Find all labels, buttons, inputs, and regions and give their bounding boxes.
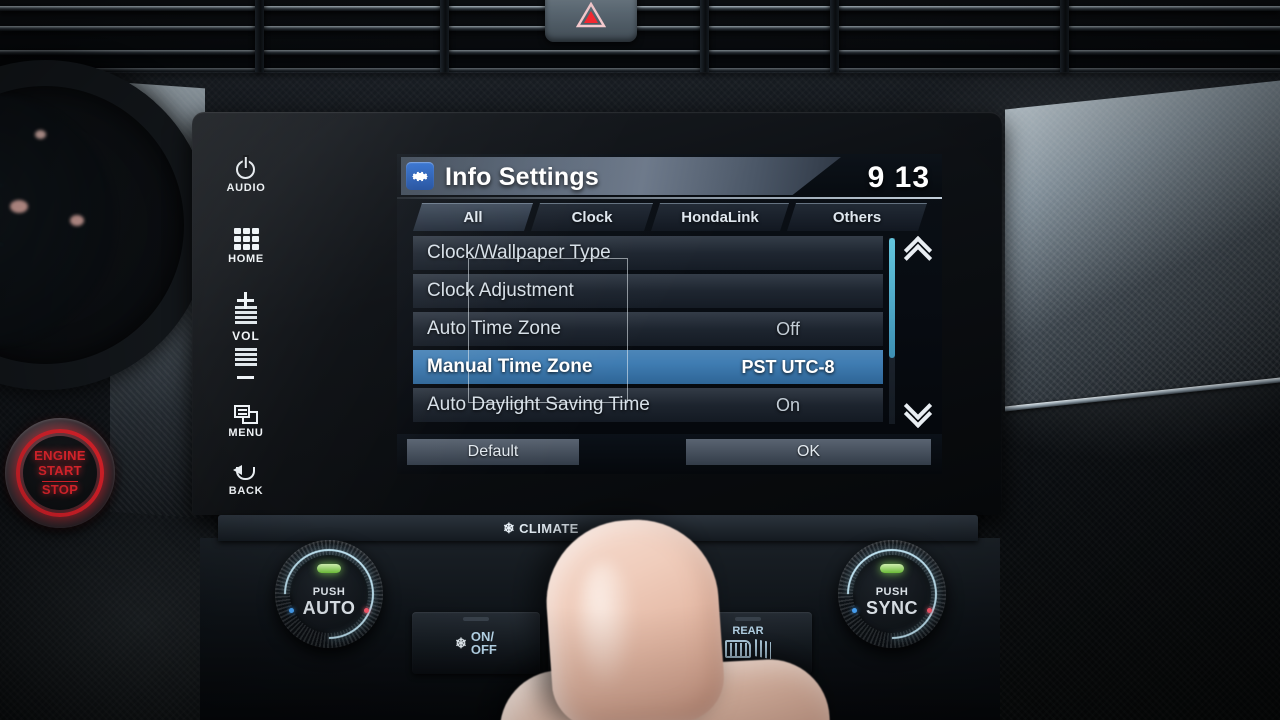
list-item[interactable]: Auto Time Zone Off bbox=[413, 312, 883, 346]
settings-list: Clock/Wallpaper Type Clock Adjustment Au… bbox=[413, 236, 883, 426]
fan-icon: ❄ bbox=[503, 520, 516, 536]
default-button[interactable]: Default bbox=[407, 439, 579, 465]
menu-panels-icon bbox=[233, 405, 258, 424]
audio-power-key[interactable]: AUDIO bbox=[227, 160, 266, 194]
title-underline bbox=[397, 197, 942, 199]
volume-control[interactable]: VOL bbox=[232, 292, 260, 379]
cluster-gauge-arc bbox=[0, 185, 50, 245]
page-title: Info Settings bbox=[445, 163, 599, 191]
tab-clock-label: Clock bbox=[571, 209, 613, 226]
screen-title-bar: Info Settings 9 13 bbox=[397, 154, 942, 199]
fan-icon: ❄ bbox=[455, 634, 467, 651]
audio-key-label: AUDIO bbox=[226, 182, 266, 194]
climate-label: CLIMATE bbox=[519, 521, 579, 536]
tab-hondalink-label: HondaLink bbox=[681, 209, 759, 226]
engine-label-line1: ENGINE bbox=[34, 448, 86, 464]
back-arrow-icon bbox=[232, 465, 259, 482]
tab-all[interactable]: All bbox=[413, 203, 533, 231]
knob-push-label: PUSH bbox=[312, 586, 346, 598]
tab-hondalink[interactable]: HondaLink bbox=[651, 203, 789, 231]
scrollbar-thumb[interactable] bbox=[889, 238, 895, 358]
button-tick bbox=[463, 617, 489, 621]
volume-up-icon[interactable] bbox=[237, 292, 255, 309]
tab-all-label: All bbox=[463, 209, 483, 226]
fan-on-off-line1: ON/ bbox=[470, 628, 494, 644]
head-unit: AUDIO HOME VOL MENU BACK Info Settings 9… bbox=[192, 112, 1002, 515]
volume-bars-icon bbox=[234, 348, 257, 366]
cluster-indicator bbox=[10, 200, 28, 213]
list-item-label: Manual Time Zone bbox=[427, 356, 593, 377]
dashboard-scene: ENGINE START STOP AUDIO HOME VOL MENU BA… bbox=[0, 0, 1280, 720]
engine-start-stop-button[interactable]: ENGINE START STOP bbox=[5, 418, 115, 528]
home-key[interactable]: HOME bbox=[228, 228, 264, 265]
cluster-indicator bbox=[35, 130, 46, 139]
engine-button-face: ENGINE START STOP bbox=[23, 436, 97, 510]
dashboard-vents bbox=[0, 0, 1280, 73]
hard-key-column: AUDIO HOME VOL MENU BACK bbox=[200, 140, 292, 500]
volume-label: VOL bbox=[232, 329, 260, 343]
list-item[interactable]: Clock Adjustment bbox=[413, 274, 883, 308]
back-key[interactable]: BACK bbox=[229, 465, 264, 497]
list-item-label: Auto Daylight Saving Time bbox=[427, 394, 650, 415]
fan-on-off-button[interactable]: ❄ ON/ OFF bbox=[412, 612, 540, 674]
rear-defroster-label-group: REAR bbox=[725, 624, 771, 660]
volume-down-icon[interactable] bbox=[237, 376, 255, 379]
chevron-double-down-icon[interactable] bbox=[903, 391, 935, 429]
list-item-label: Clock/Wallpaper Type bbox=[427, 242, 611, 263]
list-item-label: Auto Time Zone bbox=[427, 318, 562, 339]
driver-temperature-knob[interactable]: PUSH AUTO bbox=[265, 530, 393, 658]
rear-defroster-icon bbox=[725, 638, 771, 660]
list-item-label: Clock Adjustment bbox=[427, 280, 574, 301]
screen-clock: 9 13 bbox=[867, 161, 930, 194]
list-item-value: Off bbox=[776, 318, 800, 339]
power-icon bbox=[236, 160, 256, 179]
ok-button[interactable]: OK bbox=[686, 439, 931, 465]
back-key-label: BACK bbox=[228, 485, 264, 497]
screen-button-bar: Default OK bbox=[397, 434, 942, 474]
right-trim-panel bbox=[1005, 80, 1280, 410]
climate-label-group: ❄ CLIMATE bbox=[503, 520, 579, 537]
fan-on-off-line2: OFF bbox=[470, 642, 497, 657]
list-item-value: On bbox=[775, 394, 800, 415]
tab-clock[interactable]: Clock bbox=[531, 203, 653, 231]
gear-icon bbox=[406, 162, 434, 190]
list-item-value: PST UTC-8 bbox=[741, 356, 835, 377]
grid-icon bbox=[233, 228, 259, 250]
knob-main-label: AUTO bbox=[302, 597, 356, 618]
cluster-indicator bbox=[70, 215, 84, 226]
engine-label-line2: START bbox=[38, 463, 82, 479]
fan-on-off-label-group: ❄ ON/ OFF bbox=[455, 628, 497, 657]
list-item-selected[interactable]: Manual Time Zone PST UTC-8 bbox=[413, 350, 883, 384]
knob-led-indicator bbox=[317, 564, 341, 573]
engine-label-line3: STOP bbox=[41, 480, 79, 497]
knob-label-group: PUSH SYNC bbox=[838, 586, 946, 618]
menu-key-label: MENU bbox=[228, 427, 264, 439]
hazard-button[interactable] bbox=[545, 0, 637, 42]
home-key-label: HOME bbox=[228, 253, 264, 265]
knob-main-label: SYNC bbox=[865, 597, 918, 618]
menu-key[interactable]: MENU bbox=[228, 405, 263, 439]
knob-push-label: PUSH bbox=[875, 586, 909, 598]
passenger-temperature-knob[interactable]: PUSH SYNC bbox=[828, 530, 956, 658]
tab-others[interactable]: Others bbox=[787, 203, 927, 231]
rear-defroster-label: REAR bbox=[732, 624, 764, 637]
scrollbar[interactable] bbox=[889, 238, 895, 424]
knob-label-group: PUSH AUTO bbox=[275, 586, 383, 618]
list-item[interactable]: Auto Daylight Saving Time On bbox=[413, 388, 883, 422]
knob-led-indicator bbox=[880, 564, 904, 573]
hazard-triangle-icon bbox=[575, 1, 607, 33]
chevron-double-up-icon[interactable] bbox=[903, 235, 935, 273]
finger-highlight bbox=[573, 560, 641, 694]
infotainment-screen[interactable]: Info Settings 9 13 All Clock HondaLink O… bbox=[397, 154, 942, 474]
tab-bar: All Clock HondaLink Others bbox=[413, 203, 928, 231]
button-tick bbox=[735, 617, 761, 621]
tab-others-label: Others bbox=[832, 209, 882, 226]
list-item[interactable]: Clock/Wallpaper Type bbox=[413, 236, 883, 270]
